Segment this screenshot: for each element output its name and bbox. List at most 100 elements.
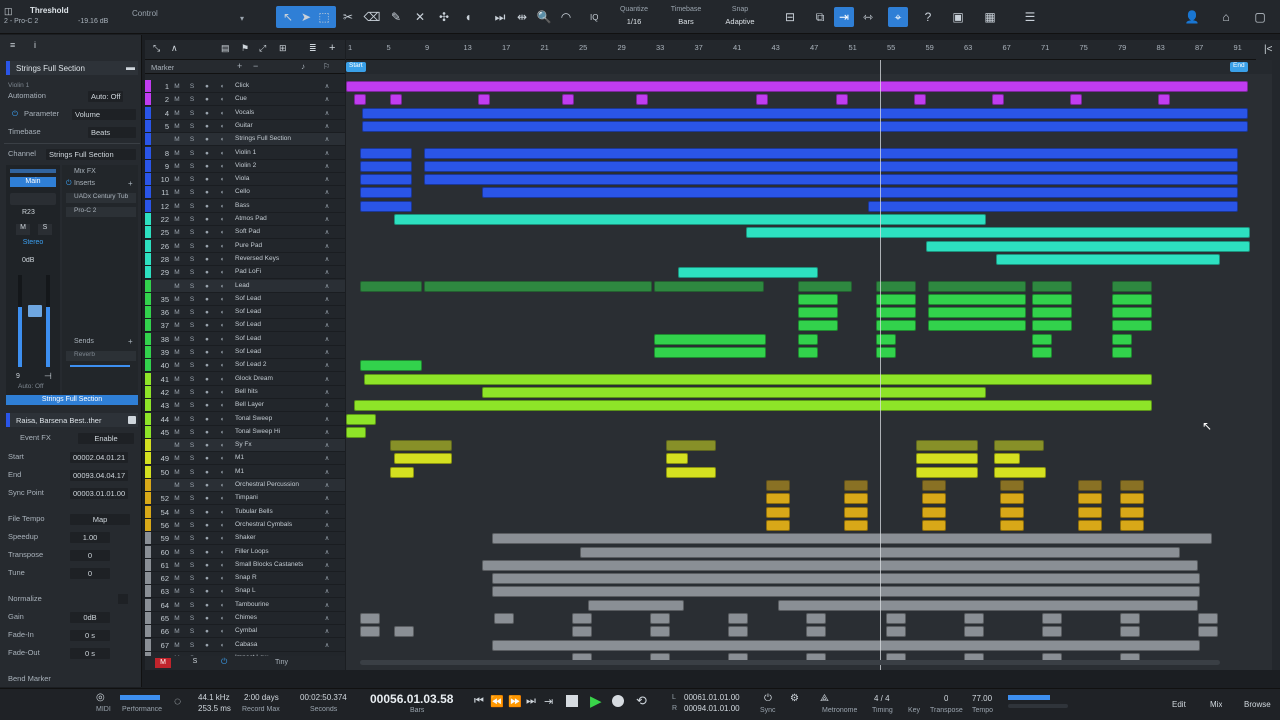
track-color-swatch[interactable] (145, 159, 151, 172)
track-mute-button[interactable]: M (173, 228, 181, 237)
track-row[interactable]: 28 M S ● ◖ Reversed Keys ∧ (145, 252, 345, 266)
clip[interactable] (876, 347, 896, 358)
track-row[interactable]: 60 M S ● ◖ Filler Loops ∧ (145, 545, 345, 559)
track-monitor-button[interactable]: ◖ (218, 188, 226, 197)
track-color-swatch[interactable] (145, 452, 151, 465)
list-icon[interactable]: ≣ (309, 43, 317, 54)
clip[interactable] (964, 626, 984, 638)
track-automation-icon[interactable]: ∧ (323, 441, 331, 450)
time-signature[interactable]: 4 / 4 (874, 694, 890, 703)
clip[interactable] (666, 466, 716, 478)
clip[interactable] (876, 307, 916, 319)
control-label[interactable]: Control (132, 9, 158, 18)
clip[interactable] (844, 506, 868, 518)
fade-out-value[interactable]: 0 s (70, 648, 110, 659)
track-record-button[interactable]: ● (203, 441, 211, 450)
track-solo-button[interactable]: S (188, 308, 196, 317)
clip[interactable] (806, 613, 826, 624)
track-record-button[interactable]: ● (203, 641, 211, 650)
track-row[interactable]: 66 M S ● ◖ Cymbal ∧ (145, 625, 345, 639)
track-row[interactable]: 63 M S ● ◖ Snap L ∧ (145, 585, 345, 599)
track-color-swatch[interactable] (145, 585, 151, 598)
track-monitor-button[interactable]: ◖ (218, 508, 226, 517)
track-solo-button[interactable]: S (188, 415, 196, 424)
clip[interactable] (666, 440, 716, 452)
clip[interactable] (362, 120, 1248, 132)
clip[interactable] (354, 400, 1152, 412)
track-automation-icon[interactable]: ∧ (323, 375, 331, 384)
clip[interactable] (1042, 613, 1062, 624)
plugin-slot[interactable]: 2 - Pro-C 2 (4, 18, 38, 25)
track-automation-icon[interactable]: ∧ (323, 335, 331, 344)
track-color-swatch[interactable] (145, 532, 151, 545)
track-automation-icon[interactable]: ∧ (323, 308, 331, 317)
track-row[interactable]: 5 M S ● ◖ Guitar ∧ (145, 119, 345, 133)
track-monitor-button[interactable]: ◖ (218, 228, 226, 237)
info-icon[interactable]: i (34, 40, 36, 50)
clip[interactable] (424, 174, 1238, 186)
track-row[interactable]: 65 M S ● ◖ Chimes ∧ (145, 612, 345, 625)
track-color-swatch[interactable] (145, 106, 151, 119)
clip[interactable] (844, 519, 868, 531)
add-insert-icon[interactable]: + (128, 179, 133, 188)
clip[interactable] (798, 293, 838, 305)
clip[interactable] (1120, 506, 1144, 518)
clip[interactable] (1032, 293, 1072, 305)
clip[interactable] (492, 533, 1212, 545)
clip[interactable] (1032, 333, 1052, 345)
track-automation-icon[interactable]: ∧ (323, 521, 331, 530)
track-solo-button[interactable]: S (188, 614, 196, 623)
channel-auto-label[interactable]: Auto: Off (18, 383, 44, 390)
track-record-button[interactable]: ● (203, 95, 211, 104)
clip[interactable] (1120, 613, 1140, 624)
add-send-icon[interactable]: + (128, 337, 133, 346)
track-monitor-button[interactable]: ◖ (218, 335, 226, 344)
clip[interactable] (994, 466, 1046, 478)
track-automation-icon[interactable]: ∧ (323, 321, 331, 330)
track-name[interactable]: Chimes (235, 614, 325, 621)
track-mute-button[interactable]: M (173, 561, 181, 570)
tune-value[interactable]: 0 (70, 568, 110, 579)
track-color-swatch[interactable] (145, 359, 151, 372)
clip[interactable] (922, 493, 946, 505)
track-automation-icon[interactable]: ∧ (323, 508, 331, 517)
track-solo-button[interactable]: S (188, 348, 196, 357)
track-name[interactable]: Bell Layer (235, 401, 325, 408)
track-record-button[interactable]: ● (203, 587, 211, 596)
eraser-tool-icon[interactable]: ⌫ (362, 7, 382, 27)
clip[interactable] (390, 466, 414, 478)
track-mute-button[interactable]: M (173, 321, 181, 330)
master-volume-slider[interactable] (1008, 704, 1068, 708)
track-mute-button[interactable]: M (173, 175, 181, 184)
clip[interactable] (766, 519, 790, 531)
clip[interactable] (1120, 480, 1144, 491)
track-row[interactable]: M S ● ◖ Lead ∧ (145, 279, 345, 293)
grid-icon[interactable]: ▦ (980, 7, 1000, 27)
track-mute-button[interactable]: M (173, 95, 181, 104)
track-automation-icon[interactable]: ∧ (323, 481, 331, 490)
track-solo-button[interactable]: S (188, 587, 196, 596)
track-color-swatch[interactable] (145, 80, 151, 92)
clip[interactable] (756, 94, 768, 106)
range-tool-icon[interactable]: ⬚ (314, 7, 334, 27)
track-color-swatch[interactable] (145, 505, 151, 518)
pointer-tool-icon[interactable]: ➤ (296, 7, 316, 27)
track-automation-icon[interactable]: ∧ (323, 348, 331, 357)
metronome-icon[interactable]: ⟁ (820, 693, 829, 704)
monitor-icon[interactable]: ⏻ (221, 657, 227, 667)
clip[interactable] (728, 626, 748, 638)
metronome-settings-icon[interactable]: ⚙ (790, 693, 799, 704)
track-solo-button[interactable]: S (188, 388, 196, 397)
clip[interactable] (928, 320, 1026, 332)
clip[interactable] (360, 280, 422, 292)
pan-knob[interactable] (10, 193, 56, 205)
inspector-timebase-value[interactable]: Beats (88, 127, 136, 138)
loop-start[interactable]: 00061.01.01.00 (684, 693, 740, 702)
track-name[interactable]: Pad LoFi (235, 268, 325, 275)
track-name[interactable]: Tonal Sweep Hi (235, 428, 325, 435)
clip[interactable] (992, 94, 1004, 106)
track-automation-icon[interactable]: ∧ (323, 282, 331, 291)
track-monitor-button[interactable]: ◖ (218, 627, 226, 636)
arrow-tool-icon-2[interactable]: ⤡ (153, 43, 160, 54)
record-icon[interactable] (612, 695, 624, 707)
